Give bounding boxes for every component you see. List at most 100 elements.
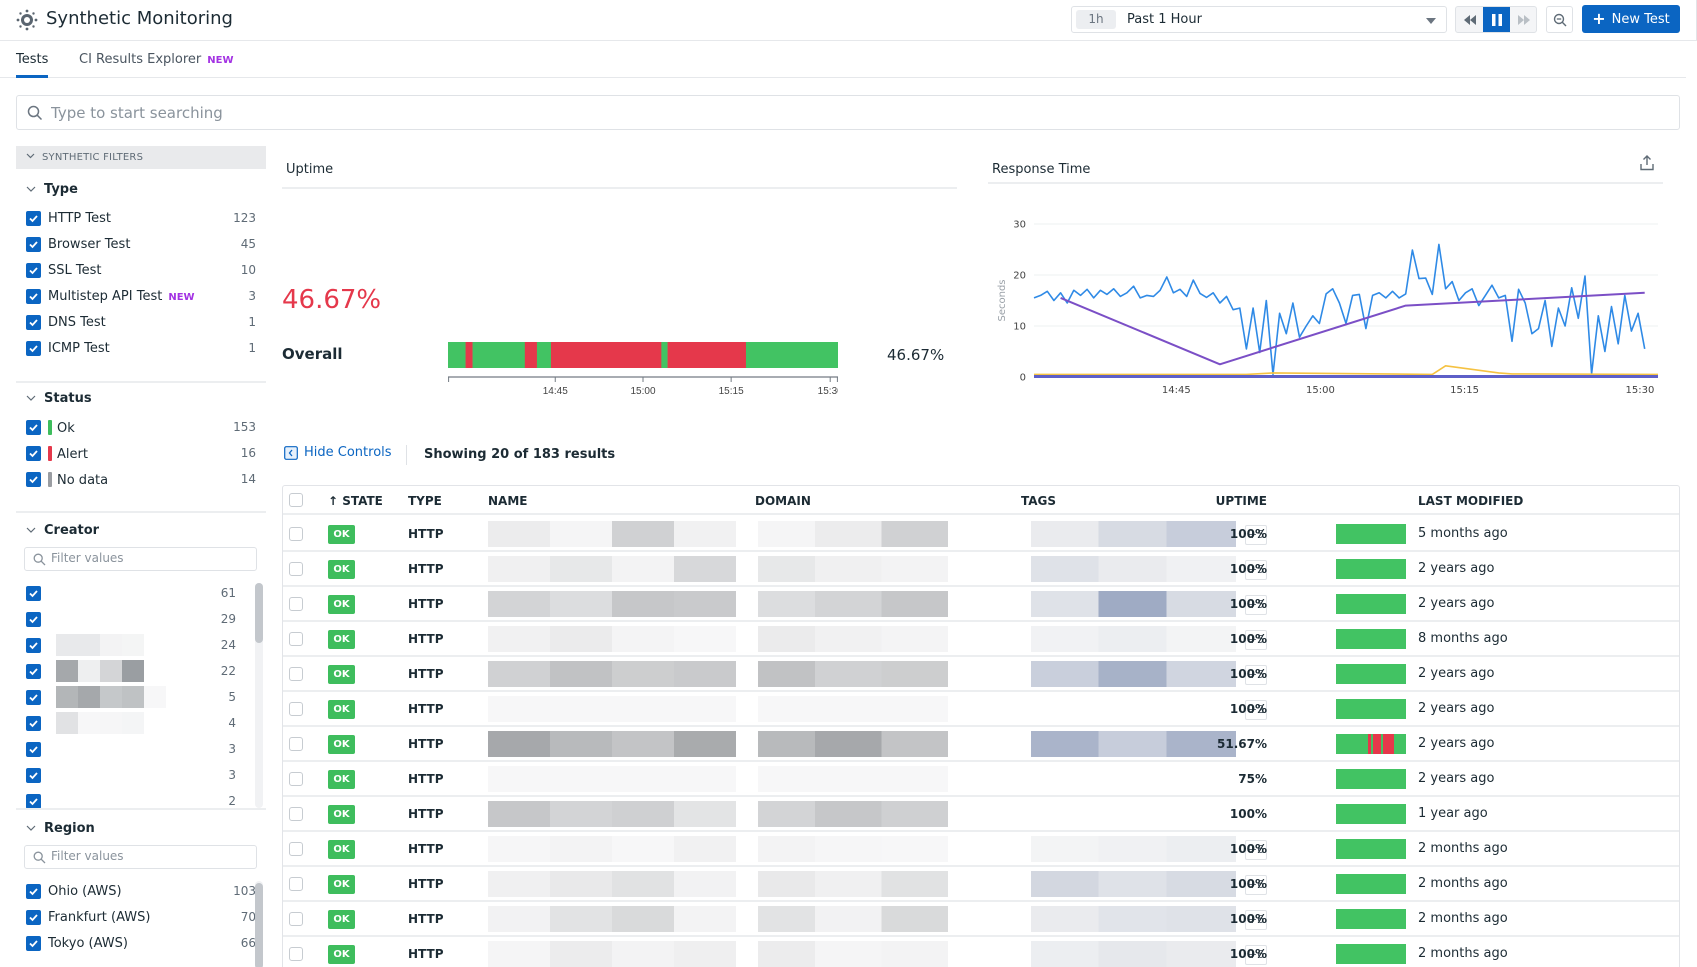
filter-item-creator[interactable]: 3 bbox=[26, 739, 256, 761]
region-filter-input[interactable] bbox=[51, 849, 251, 863]
table-row[interactable]: OK HTTP +5 100% 2 years ago bbox=[283, 552, 1679, 587]
filter-item-creator[interactable]: 61 bbox=[26, 583, 256, 605]
region-scrollbar[interactable] bbox=[255, 881, 263, 967]
creator-scrollbar[interactable] bbox=[255, 583, 263, 808]
filter-item-dns-test[interactable]: DNS Test 1 bbox=[26, 312, 256, 334]
filter-item-ssl-test[interactable]: SSL Test 10 bbox=[26, 260, 256, 282]
filter-item-ok[interactable]: Ok 153 bbox=[26, 417, 256, 439]
checkbox-checked[interactable] bbox=[26, 910, 41, 925]
row-checkbox[interactable] bbox=[289, 562, 303, 576]
redacted-test-name[interactable] bbox=[488, 801, 736, 827]
filter-item-creator[interactable]: 4 bbox=[26, 712, 256, 735]
row-checkbox[interactable] bbox=[289, 737, 303, 751]
table-row[interactable]: OK HTTP +5 100% 8 months ago bbox=[283, 622, 1679, 657]
row-checkbox[interactable] bbox=[289, 877, 303, 891]
table-row[interactable]: OK HTTP +6 100% 2 months ago bbox=[283, 902, 1679, 937]
filter-item-creator[interactable]: 29 bbox=[26, 609, 256, 631]
filter-item-browser-test[interactable]: Browser Test 45 bbox=[26, 234, 256, 256]
tab-tests[interactable]: Tests bbox=[16, 52, 48, 67]
column-header-last-modified[interactable]: LAST MODIFIED bbox=[1418, 494, 1523, 508]
checkbox-checked[interactable] bbox=[26, 794, 41, 809]
checkbox-checked[interactable] bbox=[26, 211, 41, 226]
table-row[interactable]: OK HTTP +5 100% 2 years ago bbox=[283, 587, 1679, 622]
filter-item-frankfurt-aws[interactable]: Frankfurt (AWS) 70 bbox=[26, 907, 256, 929]
uptime-segment-ok[interactable] bbox=[536, 342, 552, 368]
uptime-segment-ok[interactable] bbox=[472, 342, 526, 368]
time-range-picker[interactable]: 1h Past 1 Hour bbox=[1071, 6, 1447, 33]
filter-item-ohio-aws[interactable]: Ohio (AWS) 103 bbox=[26, 881, 256, 903]
redacted-test-name[interactable] bbox=[488, 836, 736, 862]
checkbox-checked[interactable] bbox=[26, 690, 41, 705]
checkbox-checked[interactable] bbox=[26, 638, 41, 653]
column-header-tags[interactable]: TAGS bbox=[1021, 494, 1056, 508]
column-header-type[interactable]: TYPE bbox=[408, 494, 442, 508]
checkbox-checked[interactable] bbox=[26, 742, 41, 757]
checkbox-checked[interactable] bbox=[26, 612, 41, 627]
filter-item-tokyo-aws[interactable]: Tokyo (AWS) 66 bbox=[26, 933, 256, 955]
response-time-chart[interactable]: 0 10 20 30 Seconds 14:45 15:00 15:15 15:30 bbox=[988, 210, 1663, 410]
uptime-segment-alert[interactable] bbox=[667, 342, 747, 368]
table-row[interactable]: OK HTTP +6 100% 2 months ago bbox=[283, 937, 1679, 967]
uptime-timeline-bar[interactable] bbox=[448, 342, 838, 368]
table-row[interactable]: OK HTTP +5 100% 2 years ago bbox=[283, 657, 1679, 692]
page-scrollbar[interactable] bbox=[1686, 41, 1697, 967]
filter-item-creator[interactable]: 3 bbox=[26, 765, 256, 787]
filter-item-no-data[interactable]: No data 14 bbox=[26, 469, 256, 491]
redacted-test-name[interactable] bbox=[488, 626, 736, 652]
checkbox-checked[interactable] bbox=[26, 716, 41, 731]
scrollbar-thumb[interactable] bbox=[255, 583, 263, 643]
checkbox-checked[interactable] bbox=[26, 446, 41, 461]
filter-section-toggle[interactable]: Region bbox=[26, 821, 95, 836]
column-header-state[interactable]: ↑ STATE bbox=[328, 494, 383, 508]
redacted-test-name[interactable] bbox=[488, 766, 736, 792]
table-row[interactable]: OK HTTP +2 100% 2 years ago bbox=[283, 692, 1679, 727]
new-test-button[interactable]: + New Test bbox=[1582, 5, 1680, 33]
filter-item-creator[interactable]: 22 bbox=[26, 660, 256, 683]
table-row[interactable]: OK HTTP +6 100% 2 months ago bbox=[283, 867, 1679, 902]
row-checkbox[interactable] bbox=[289, 842, 303, 856]
checkbox-checked[interactable] bbox=[26, 768, 41, 783]
uptime-segment-alert[interactable] bbox=[524, 342, 538, 368]
checkbox-checked[interactable] bbox=[26, 289, 41, 304]
checkbox-checked[interactable] bbox=[26, 263, 41, 278]
redacted-test-name[interactable] bbox=[488, 941, 736, 967]
row-checkbox[interactable] bbox=[289, 597, 303, 611]
filter-section-toggle[interactable]: Creator bbox=[26, 523, 99, 538]
search-input[interactable] bbox=[51, 102, 1651, 124]
filter-item-creator[interactable]: 24 bbox=[26, 634, 256, 657]
filter-section-toggle[interactable]: Type bbox=[26, 182, 78, 197]
uptime-segment-alert[interactable] bbox=[465, 342, 473, 368]
row-checkbox[interactable] bbox=[289, 947, 303, 961]
hide-controls-button[interactable]: Hide Controls bbox=[284, 445, 392, 460]
scrollbar-thumb[interactable] bbox=[255, 883, 263, 967]
filter-item-icmp-test[interactable]: ICMP Test 1 bbox=[26, 338, 256, 360]
redacted-test-name[interactable] bbox=[488, 521, 736, 547]
redacted-test-name[interactable] bbox=[488, 661, 736, 687]
row-checkbox[interactable] bbox=[289, 912, 303, 926]
fast-forward-button[interactable] bbox=[1510, 7, 1536, 32]
row-checkbox[interactable] bbox=[289, 527, 303, 541]
table-row[interactable]: OK HTTP 75% 2 years ago bbox=[283, 762, 1679, 797]
creator-filter-input[interactable] bbox=[51, 551, 251, 565]
filter-item-multistep-api-test[interactable]: Multistep API Test NEW 3 bbox=[26, 286, 256, 308]
uptime-segment-ok[interactable] bbox=[745, 342, 838, 368]
column-header-uptime[interactable]: UPTIME bbox=[1216, 494, 1267, 508]
row-checkbox[interactable] bbox=[289, 632, 303, 646]
column-header-name[interactable]: NAME bbox=[488, 494, 527, 508]
redacted-test-name[interactable] bbox=[488, 906, 736, 932]
row-checkbox[interactable] bbox=[289, 702, 303, 716]
row-checkbox[interactable] bbox=[289, 807, 303, 821]
redacted-test-name[interactable] bbox=[488, 731, 736, 757]
filter-item-http-test[interactable]: HTTP Test 123 bbox=[26, 208, 256, 230]
checkbox-checked[interactable] bbox=[26, 884, 41, 899]
table-row[interactable]: OK HTTP +5 100% 5 months ago bbox=[283, 517, 1679, 552]
redacted-test-name[interactable] bbox=[488, 871, 736, 897]
checkbox-checked[interactable] bbox=[26, 237, 41, 252]
zoom-out-button[interactable] bbox=[1546, 6, 1573, 33]
checkbox-checked[interactable] bbox=[26, 315, 41, 330]
table-row[interactable]: OK HTTP +6 100% 2 months ago bbox=[283, 832, 1679, 867]
column-header-domain[interactable]: DOMAIN bbox=[755, 494, 811, 508]
table-row[interactable]: OK HTTP 100% 1 year ago bbox=[283, 797, 1679, 832]
export-icon[interactable] bbox=[1639, 155, 1655, 171]
filter-item-alert[interactable]: Alert 16 bbox=[26, 443, 256, 465]
